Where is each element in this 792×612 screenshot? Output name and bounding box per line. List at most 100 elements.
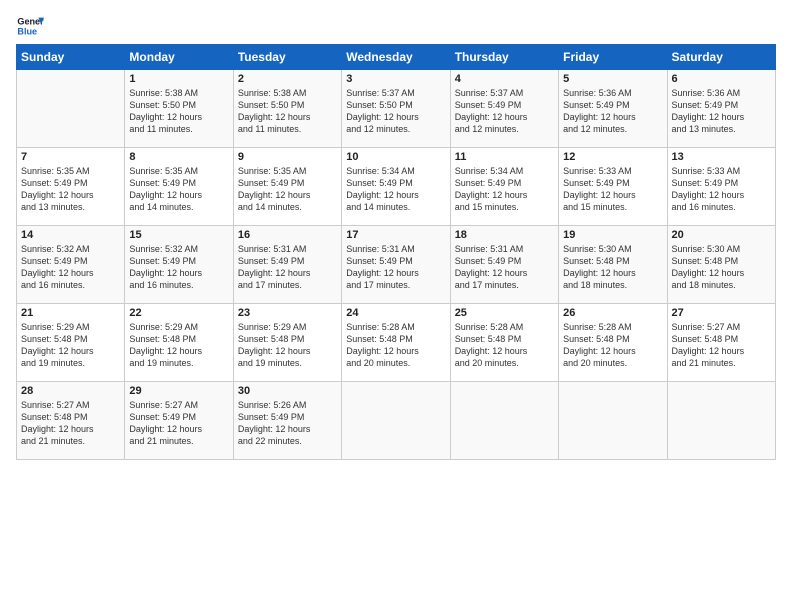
day-number: 18 xyxy=(455,229,554,241)
calendar-cell: 14 Sunrise: 5:32 AM Sunset: 5:49 PM Dayli… xyxy=(17,226,125,304)
day-info: Sunrise: 5:32 AM Sunset: 5:49 PM Dayligh… xyxy=(129,243,228,292)
day-number: 13 xyxy=(672,151,771,163)
day-info: Sunrise: 5:28 AM Sunset: 5:48 PM Dayligh… xyxy=(563,321,662,370)
calendar-cell: 27 Sunrise: 5:27 AM Sunset: 5:48 PM Dayli… xyxy=(667,304,775,382)
day-info: Sunrise: 5:26 AM Sunset: 5:49 PM Dayligh… xyxy=(238,399,337,448)
calendar-cell: 17 Sunrise: 5:31 AM Sunset: 5:49 PM Dayli… xyxy=(342,226,450,304)
calendar-week-row: 14 Sunrise: 5:32 AM Sunset: 5:49 PM Dayli… xyxy=(17,226,776,304)
calendar-week-row: 28 Sunrise: 5:27 AM Sunset: 5:48 PM Dayli… xyxy=(17,382,776,460)
weekday-header-row: SundayMondayTuesdayWednesdayThursdayFrid… xyxy=(17,45,776,70)
calendar-cell: 8 Sunrise: 5:35 AM Sunset: 5:49 PM Daylig… xyxy=(125,148,233,226)
weekday-header-sunday: Sunday xyxy=(17,45,125,70)
calendar-cell: 21 Sunrise: 5:29 AM Sunset: 5:48 PM Dayli… xyxy=(17,304,125,382)
day-number: 3 xyxy=(346,73,445,85)
day-info: Sunrise: 5:33 AM Sunset: 5:49 PM Dayligh… xyxy=(563,165,662,214)
calendar-week-row: 21 Sunrise: 5:29 AM Sunset: 5:48 PM Dayli… xyxy=(17,304,776,382)
calendar-cell xyxy=(342,382,450,460)
logo: General Blue xyxy=(16,12,44,40)
day-info: Sunrise: 5:34 AM Sunset: 5:49 PM Dayligh… xyxy=(346,165,445,214)
day-info: Sunrise: 5:30 AM Sunset: 5:48 PM Dayligh… xyxy=(672,243,771,292)
day-info: Sunrise: 5:37 AM Sunset: 5:50 PM Dayligh… xyxy=(346,87,445,136)
day-info: Sunrise: 5:35 AM Sunset: 5:49 PM Dayligh… xyxy=(129,165,228,214)
day-info: Sunrise: 5:29 AM Sunset: 5:48 PM Dayligh… xyxy=(129,321,228,370)
day-number: 12 xyxy=(563,151,662,163)
day-number: 21 xyxy=(21,307,120,319)
day-number: 1 xyxy=(129,73,228,85)
day-number: 25 xyxy=(455,307,554,319)
day-number: 29 xyxy=(129,385,228,397)
calendar-cell: 20Sunrise: 5:30 AM Sunset: 5:48 PM Dayli… xyxy=(667,226,775,304)
calendar-cell: 1 Sunrise: 5:38 AM Sunset: 5:50 PM Daylig… xyxy=(125,70,233,148)
calendar-cell xyxy=(17,70,125,148)
calendar-cell: 16Sunrise: 5:31 AM Sunset: 5:49 PM Dayli… xyxy=(233,226,341,304)
calendar-cell: 9 Sunrise: 5:35 AM Sunset: 5:49 PM Daylig… xyxy=(233,148,341,226)
day-info: Sunrise: 5:31 AM Sunset: 5:49 PM Dayligh… xyxy=(455,243,554,292)
calendar-week-row: 1 Sunrise: 5:38 AM Sunset: 5:50 PM Daylig… xyxy=(17,70,776,148)
day-info: Sunrise: 5:38 AM Sunset: 5:50 PM Dayligh… xyxy=(238,87,337,136)
logo-icon: General Blue xyxy=(16,12,44,40)
day-info: Sunrise: 5:28 AM Sunset: 5:48 PM Dayligh… xyxy=(455,321,554,370)
day-info: Sunrise: 5:30 AM Sunset: 5:48 PM Dayligh… xyxy=(563,243,662,292)
calendar-cell: 11Sunrise: 5:34 AM Sunset: 5:49 PM Dayli… xyxy=(450,148,558,226)
day-number: 30 xyxy=(238,385,337,397)
calendar-cell xyxy=(559,382,667,460)
day-info: Sunrise: 5:36 AM Sunset: 5:49 PM Dayligh… xyxy=(563,87,662,136)
calendar-cell: 5 Sunrise: 5:36 AM Sunset: 5:49 PM Daylig… xyxy=(559,70,667,148)
day-info: Sunrise: 5:29 AM Sunset: 5:48 PM Dayligh… xyxy=(238,321,337,370)
day-info: Sunrise: 5:28 AM Sunset: 5:48 PM Dayligh… xyxy=(346,321,445,370)
weekday-header-friday: Friday xyxy=(559,45,667,70)
day-number: 15 xyxy=(129,229,228,241)
day-info: Sunrise: 5:36 AM Sunset: 5:49 PM Dayligh… xyxy=(672,87,771,136)
calendar-cell: 4 Sunrise: 5:37 AM Sunset: 5:49 PM Daylig… xyxy=(450,70,558,148)
page-container: General Blue SundayMondayTuesdayWednesda… xyxy=(0,0,792,468)
calendar-cell: 7Sunrise: 5:35 AM Sunset: 5:49 PM Daylig… xyxy=(17,148,125,226)
day-number: 6 xyxy=(672,73,771,85)
day-info: Sunrise: 5:38 AM Sunset: 5:50 PM Dayligh… xyxy=(129,87,228,136)
day-info: Sunrise: 5:34 AM Sunset: 5:49 PM Dayligh… xyxy=(455,165,554,214)
calendar-cell: 15 Sunrise: 5:32 AM Sunset: 5:49 PM Dayli… xyxy=(125,226,233,304)
day-number: 2 xyxy=(238,73,337,85)
day-info: Sunrise: 5:35 AM Sunset: 5:49 PM Dayligh… xyxy=(238,165,337,214)
day-number: 28 xyxy=(21,385,120,397)
calendar-body: 1 Sunrise: 5:38 AM Sunset: 5:50 PM Daylig… xyxy=(17,70,776,460)
calendar-cell: 28 Sunrise: 5:27 AM Sunset: 5:48 PM Dayli… xyxy=(17,382,125,460)
day-info: Sunrise: 5:27 AM Sunset: 5:48 PM Dayligh… xyxy=(672,321,771,370)
calendar-week-row: 7Sunrise: 5:35 AM Sunset: 5:49 PM Daylig… xyxy=(17,148,776,226)
day-number: 10 xyxy=(346,151,445,163)
calendar-cell: 22 Sunrise: 5:29 AM Sunset: 5:48 PM Dayli… xyxy=(125,304,233,382)
day-info: Sunrise: 5:31 AM Sunset: 5:49 PM Dayligh… xyxy=(346,243,445,292)
calendar-cell: 10 Sunrise: 5:34 AM Sunset: 5:49 PM Dayli… xyxy=(342,148,450,226)
day-info: Sunrise: 5:32 AM Sunset: 5:49 PM Dayligh… xyxy=(21,243,120,292)
day-number: 5 xyxy=(563,73,662,85)
calendar-cell: 26Sunrise: 5:28 AM Sunset: 5:48 PM Dayli… xyxy=(559,304,667,382)
day-number: 24 xyxy=(346,307,445,319)
calendar-cell: 30 Sunrise: 5:26 AM Sunset: 5:49 PM Dayli… xyxy=(233,382,341,460)
day-info: Sunrise: 5:35 AM Sunset: 5:49 PM Dayligh… xyxy=(21,165,120,214)
day-number: 19 xyxy=(563,229,662,241)
calendar-cell: 6 Sunrise: 5:36 AM Sunset: 5:49 PM Daylig… xyxy=(667,70,775,148)
day-info: Sunrise: 5:27 AM Sunset: 5:49 PM Dayligh… xyxy=(129,399,228,448)
day-number: 17 xyxy=(346,229,445,241)
day-info: Sunrise: 5:33 AM Sunset: 5:49 PM Dayligh… xyxy=(672,165,771,214)
day-info: Sunrise: 5:27 AM Sunset: 5:48 PM Dayligh… xyxy=(21,399,120,448)
day-number: 4 xyxy=(455,73,554,85)
calendar-header: SundayMondayTuesdayWednesdayThursdayFrid… xyxy=(17,45,776,70)
day-info: Sunrise: 5:29 AM Sunset: 5:48 PM Dayligh… xyxy=(21,321,120,370)
day-number: 14 xyxy=(21,229,120,241)
calendar-cell: 18 Sunrise: 5:31 AM Sunset: 5:49 PM Dayli… xyxy=(450,226,558,304)
svg-text:Blue: Blue xyxy=(17,26,37,36)
day-number: 8 xyxy=(129,151,228,163)
weekday-header-wednesday: Wednesday xyxy=(342,45,450,70)
day-info: Sunrise: 5:37 AM Sunset: 5:49 PM Dayligh… xyxy=(455,87,554,136)
calendar-cell: 19 Sunrise: 5:30 AM Sunset: 5:48 PM Dayli… xyxy=(559,226,667,304)
calendar-cell: 3 Sunrise: 5:37 AM Sunset: 5:50 PM Daylig… xyxy=(342,70,450,148)
calendar-cell: 2 Sunrise: 5:38 AM Sunset: 5:50 PM Daylig… xyxy=(233,70,341,148)
day-number: 27 xyxy=(672,307,771,319)
day-number: 9 xyxy=(238,151,337,163)
day-number: 22 xyxy=(129,307,228,319)
calendar-cell: 12 Sunrise: 5:33 AM Sunset: 5:49 PM Dayli… xyxy=(559,148,667,226)
calendar-cell xyxy=(667,382,775,460)
calendar-cell: 23Sunrise: 5:29 AM Sunset: 5:48 PM Dayli… xyxy=(233,304,341,382)
header: General Blue xyxy=(16,12,776,40)
weekday-header-monday: Monday xyxy=(125,45,233,70)
